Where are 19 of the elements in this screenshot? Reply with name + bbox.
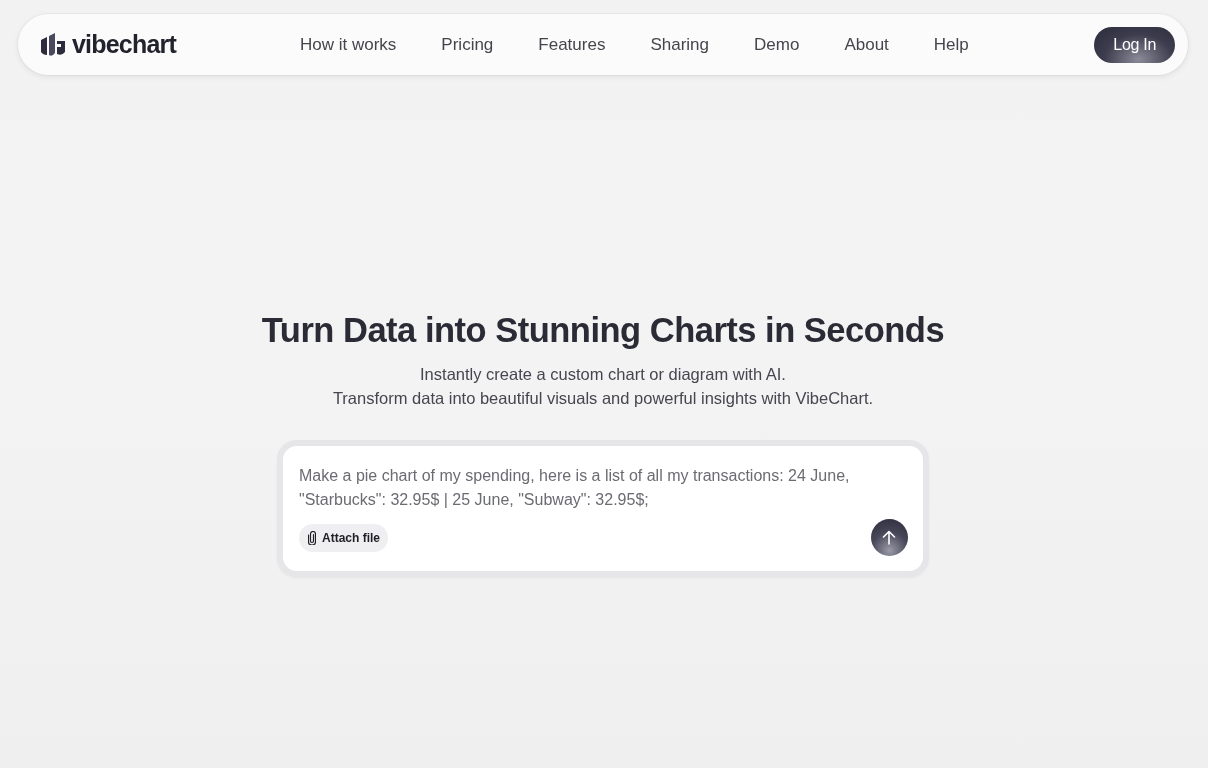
nav-link[interactable]: Demo bbox=[754, 34, 800, 55]
hero-title: Turn Data into Stunning Charts in Seconds bbox=[261, 310, 945, 351]
nav-link[interactable]: How it works bbox=[300, 34, 397, 55]
arrow-up-icon bbox=[882, 530, 897, 545]
paperclip-icon bbox=[308, 530, 316, 545]
attach-file-button[interactable]: Attach file bbox=[299, 523, 388, 552]
nav-link[interactable]: Pricing bbox=[441, 34, 494, 55]
hero-subtitle: Transform data into beautiful visuals and powerful insights with VibeChart. bbox=[332, 388, 874, 409]
send-button[interactable] bbox=[871, 519, 908, 556]
nav-link[interactable]: Features bbox=[538, 34, 606, 55]
nav-link[interactable]: Help bbox=[933, 34, 969, 55]
nav-link[interactable]: Sharing bbox=[650, 34, 710, 55]
prompt-box[interactable]: Make a pie chart of my spending, here is a list of all my transactions: 24 June, "Starbucks": 32.95$ | 25 June, "Subway": 32.95$; Attach file bbox=[277, 440, 929, 577]
logo-icon bbox=[40, 32, 66, 57]
logo-text: vibechart bbox=[72, 30, 176, 59]
nav-link[interactable]: About bbox=[844, 34, 889, 55]
hero-subtitle: Instantly create a custom chart or diagram with AI. bbox=[420, 364, 786, 385]
login-button[interactable]: Log In bbox=[1094, 26, 1175, 63]
prompt-input[interactable]: Make a pie chart of my spending, here is a list of all my transactions: 24 June, "Starbucks": 32.95$ | 25 June, "Subway": 32.95$; bbox=[299, 464, 908, 514]
